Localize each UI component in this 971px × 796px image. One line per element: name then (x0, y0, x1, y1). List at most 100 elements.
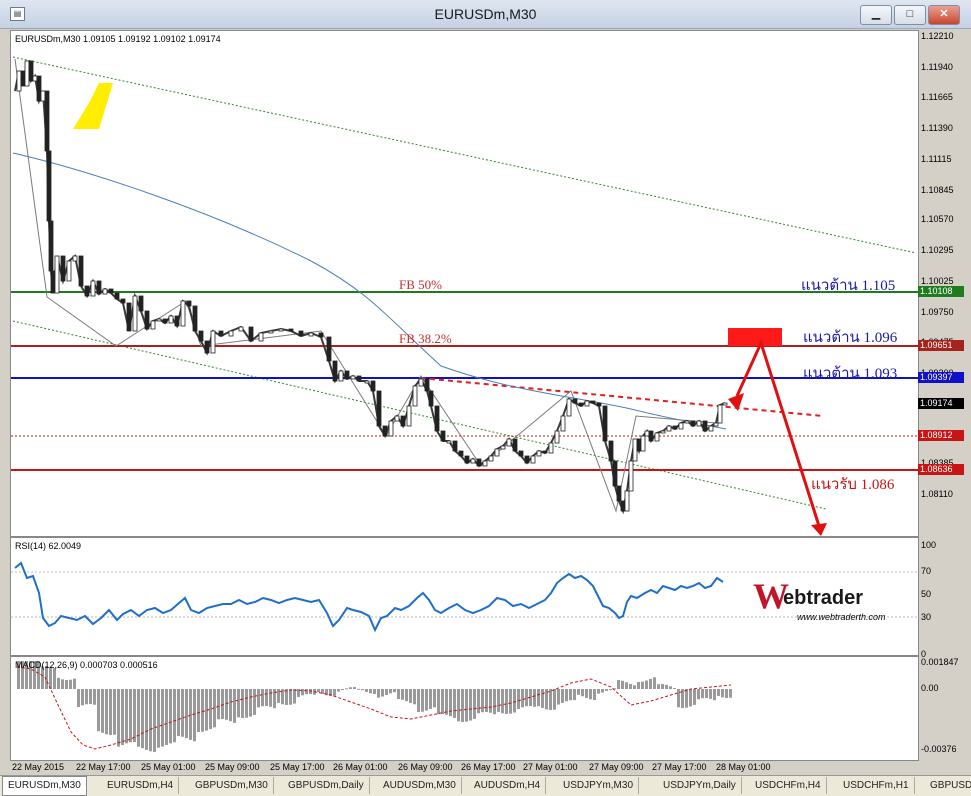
time-axis-label: 26 May 01:00 (333, 762, 388, 772)
candle (500, 445, 506, 450)
price-chart-panel[interactable]: EURUSDm,M30 1.09105 1.09192 1.09102 1.09… (10, 30, 919, 537)
candle (96, 280, 102, 295)
macd-bar (617, 680, 620, 689)
candle (36, 75, 42, 102)
macd-bar (593, 689, 596, 700)
time-axis-label: 25 May 01:00 (141, 762, 196, 772)
resistance-1096-label: แนวต้าน 1.096 (803, 330, 898, 346)
macd-bar (497, 689, 500, 712)
macd-bar (685, 689, 688, 708)
macd-bar (161, 689, 164, 747)
macd-bar (233, 689, 236, 723)
macd-bar (449, 689, 452, 717)
macd-bar (277, 689, 280, 703)
chart-tab[interactable]: EURUSDm,H4 (102, 777, 180, 794)
macd-bar (637, 681, 640, 689)
close-button[interactable]: ✕ (928, 5, 960, 25)
macd-bar (505, 689, 508, 714)
candle (418, 378, 424, 387)
macd-bar (561, 689, 564, 703)
price-axis-label: 1.10845 (921, 185, 954, 195)
candle (446, 440, 452, 444)
chart-tab[interactable]: USDJPYm,Daily (658, 777, 742, 794)
macd-bar (669, 686, 672, 689)
macd-bar (489, 689, 492, 713)
macd-bar (481, 689, 484, 713)
candle (28, 60, 34, 82)
rsi-label: RSI(14) 62.0049 (15, 541, 82, 551)
candle (338, 370, 344, 382)
chart-tab[interactable]: USDJPYm,M30 (558, 777, 640, 794)
candle (666, 425, 672, 432)
macd-bar (153, 689, 156, 752)
candle (210, 330, 216, 354)
candle (628, 460, 634, 492)
macd-bar (565, 689, 568, 702)
price-tag: 1.09174 (918, 398, 964, 409)
time-axis-label: 27 May 17:00 (652, 762, 707, 772)
price-axis-label: 1.11115 (921, 154, 952, 164)
candle (488, 455, 494, 462)
chart-tab[interactable]: GBPUSDm,M30 (190, 777, 274, 794)
rsi-panel[interactable]: RSI(14) 62.0049 W ebtrader www.webtrader… (10, 537, 919, 656)
macd-bar (573, 689, 576, 701)
macd-panel[interactable]: MACD(12,26,9) 0.000703 0.000516 (10, 656, 919, 761)
rsi-axis-label: 30 (921, 612, 932, 622)
chart-tab[interactable]: USDCHFm,H1 (838, 777, 915, 794)
macd-bar (665, 684, 668, 689)
macd-bar (409, 689, 412, 703)
macd-bar (197, 689, 200, 732)
macd-bar (317, 689, 320, 693)
candle (168, 315, 174, 324)
chart-tab[interactable]: AUDUSDm,M30 (378, 777, 462, 794)
macd-bar (193, 689, 196, 742)
chart-tab[interactable]: AUDUSDm,H4 (469, 777, 547, 794)
macd-bar (569, 689, 572, 701)
maximize-button[interactable]: □ (894, 5, 926, 25)
candle (536, 450, 542, 457)
macd-bar (729, 689, 732, 698)
price-axis-label: 1.10025 (921, 276, 954, 286)
macd-bar (605, 689, 608, 691)
price-axis-label: 1.11940 (921, 62, 953, 72)
macd-bar (557, 689, 560, 705)
time-axis-label: 27 May 09:00 (589, 762, 644, 772)
macd-bar (461, 689, 464, 722)
macd-bar (109, 689, 112, 735)
chart-tab[interactable]: GBPUSDm,Daily (283, 777, 370, 794)
chart-tab[interactable]: USDCHFm,H4 (750, 777, 827, 794)
macd-bar (149, 689, 152, 752)
macd-bar (609, 689, 612, 690)
macd-bar (713, 689, 716, 701)
candle (482, 460, 488, 467)
macd-bar (633, 685, 636, 689)
macd-bar (137, 689, 140, 747)
macd-bar (129, 689, 132, 743)
macd-bar (189, 689, 192, 740)
macd-bar (345, 688, 348, 690)
candle (708, 425, 714, 432)
candle (494, 448, 500, 457)
macd-bar (133, 689, 136, 743)
chart-tab[interactable]: GBPUSD (925, 777, 971, 794)
macd-bar (341, 689, 344, 690)
candle (584, 400, 590, 407)
price-tag: 1.08636 (918, 464, 964, 475)
candle (542, 450, 548, 454)
minimize-button[interactable]: ▁ (860, 5, 892, 25)
candle (150, 320, 156, 330)
macd-bar (601, 689, 604, 693)
macd-histogram (17, 661, 732, 752)
macd-bar (533, 689, 536, 707)
candle (126, 302, 132, 332)
chart-tab[interactable]: EURUSDm,M30 (2, 776, 87, 796)
macd-bar (49, 666, 52, 689)
macd-bar (421, 689, 424, 712)
candle (560, 415, 566, 432)
macd-bar (261, 689, 264, 707)
candle (32, 75, 38, 82)
resistance-1093-label: แนวต้าน 1.093 (803, 366, 898, 382)
candle (60, 255, 66, 282)
candle (722, 402, 728, 406)
candle (616, 485, 622, 502)
